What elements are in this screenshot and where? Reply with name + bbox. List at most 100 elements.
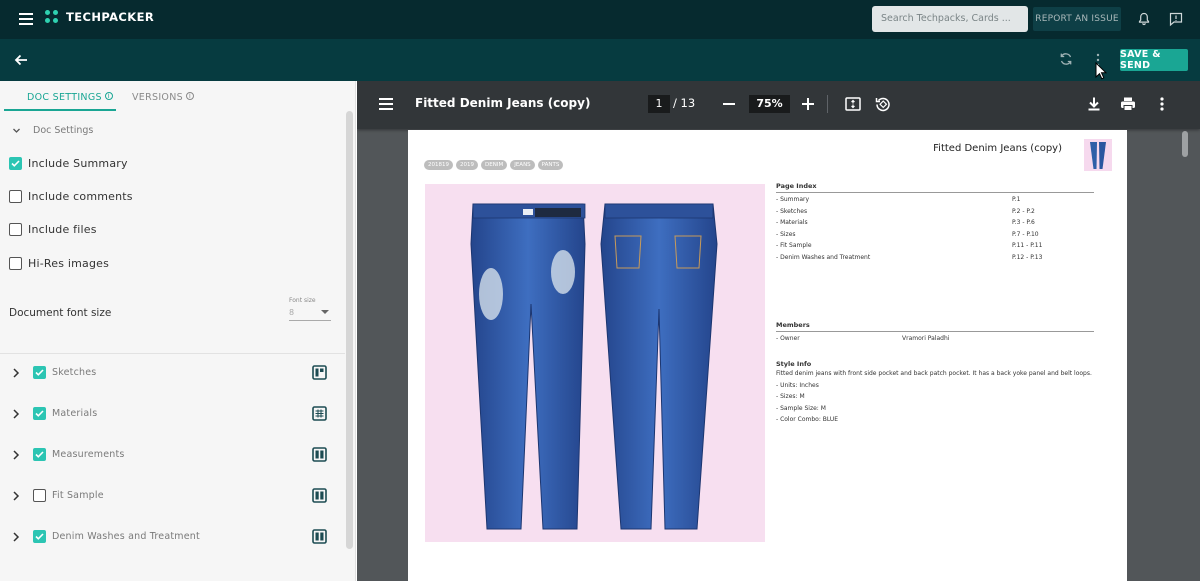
download-icon[interactable] [1085,95,1103,113]
index-row: - Sketches P.2 - P.2 [776,208,1094,220]
page-index: Page Index - Summary P.1 - Sketches P.2 - … [776,182,1094,265]
index-item-name: - Materials [776,219,808,226]
fit-to-page-icon[interactable] [844,95,862,113]
bell-icon[interactable] [1136,11,1152,27]
info-icon[interactable]: i [185,92,194,100]
panel-scrollbar[interactable] [346,111,353,549]
tag-list: 201819 2019 DENIM JEANS PANTS [424,160,566,170]
section-row-measurements[interactable]: Measurements [0,441,345,471]
tab-doc-settings-label: DOC SETTINGS [27,92,102,103]
search-input[interactable]: Search Techpacks, Cards ... [872,6,1028,32]
include-files-option[interactable]: Include files [9,223,97,236]
chevron-right-icon[interactable] [12,450,20,460]
index-item-name: - Summary [776,196,810,203]
save-and-send-button[interactable]: SAVE & SEND [1120,49,1188,71]
include-comments-checkbox[interactable] [9,190,22,203]
main-menu-icon[interactable] [19,13,33,25]
feedback-icon[interactable] [1168,11,1184,27]
tab-versions[interactable]: VERSIONS i [132,92,194,103]
zoom-in-icon[interactable] [801,97,815,111]
chevron-right-icon[interactable] [12,532,20,542]
checkmark-icon [35,533,44,540]
layout-grid-icon[interactable] [312,406,327,421]
zoom-input[interactable]: 75% [749,95,790,113]
style-info-line: - Sizes: M [776,393,805,400]
section-row-materials[interactable]: Materials [0,400,345,430]
back-arrow-icon[interactable] [12,51,30,69]
include-comments-label: Include comments [28,190,133,203]
index-item-name: - Sketches [776,207,808,215]
jeans-sketch-image [425,184,765,542]
layout-columns-icon[interactable] [312,529,327,544]
index-row: - Summary P.1 [776,196,1094,208]
tag: 2019 [456,160,478,170]
rotate-icon[interactable] [874,95,892,113]
section-row-sketches[interactable]: Sketches [0,359,345,389]
layout-columns-icon[interactable] [312,447,327,462]
report-issue-button[interactable]: REPORT AN ISSUE [1033,7,1121,31]
measurements-checkbox[interactable] [33,448,46,461]
hi-res-images-option[interactable]: Hi-Res images [9,257,109,270]
pdf-viewer: Fitted Denim Jeans (copy) 1 / 13 75% Fit… [357,81,1200,581]
layout-columns-icon[interactable] [312,488,327,503]
layout-split-icon[interactable] [312,365,327,380]
tag: DENIM [481,160,508,170]
pdf-menu-icon[interactable] [379,98,393,110]
members-section: Members - Owner Vramori Paladhi [776,321,1094,346]
member-row: - Owner Vramori Paladhi [776,335,1094,346]
fit-sample-checkbox[interactable] [33,489,46,502]
hi-res-images-checkbox[interactable] [9,257,22,270]
doc-settings-panel: DOC SETTINGS i VERSIONS i Doc Settings Inc… [0,81,356,581]
style-info-line: Fitted denim jeans with front side pocke… [776,370,1092,377]
measurements-label: Measurements [52,449,125,460]
denim-washes-checkbox[interactable] [33,530,46,543]
fit-sample-label: Fit Sample [52,490,104,501]
index-item-pages: P.3 - P.6 [1012,219,1035,226]
chevron-right-icon[interactable] [12,491,20,501]
index-item-pages: P.11 - P.11 [1012,242,1043,249]
materials-label: Materials [52,408,98,419]
sketches-checkbox[interactable] [33,366,46,379]
checkmark-icon [35,451,44,458]
info-icon[interactable]: i [104,92,113,100]
techpacker-logo[interactable]: TECHPACKER [45,10,154,24]
index-item-pages: P.7 - P.10 [1012,230,1039,238]
logo-mark-icon [45,10,59,24]
font-size-select[interactable]: Font size 8 [289,297,331,321]
more-vert-icon[interactable] [1153,95,1171,113]
chevron-right-icon[interactable] [12,368,20,378]
index-row: - Fit Sample P.11 - P.11 [776,242,1094,254]
dropdown-caret-icon [321,310,329,314]
style-info-heading: Style Info [776,360,812,368]
denim-washes-label: Denim Washes and Treatment [52,531,200,542]
section-row-fit-sample[interactable]: Fit Sample [0,482,345,512]
checkmark-icon [11,160,20,167]
section-row-denim-washes[interactable]: Denim Washes and Treatment [0,523,345,553]
print-icon[interactable] [1119,95,1137,113]
refresh-icon[interactable] [1058,51,1074,67]
tag: JEANS [510,160,535,170]
include-summary-option[interactable]: Include Summary [9,157,128,170]
materials-checkbox[interactable] [33,407,46,420]
page-index-heading: Page Index [776,182,1094,193]
style-info-section: Style Info Fitted denim jeans with front… [776,360,1106,428]
index-item-name: - Sizes [776,230,796,238]
doc-settings-heading: Doc Settings [33,125,94,136]
page-number-input[interactable]: 1 [648,95,670,113]
member-name: Vramori Paladhi [902,335,950,342]
tab-doc-settings[interactable]: DOC SETTINGS i [27,92,113,103]
member-role: - Owner [776,335,800,342]
include-files-checkbox[interactable] [9,223,22,236]
zoom-out-icon[interactable] [723,103,735,105]
include-summary-checkbox[interactable] [9,157,22,170]
include-summary-label: Include Summary [28,157,128,170]
chevron-right-icon[interactable] [12,409,20,419]
tag: 201819 [424,160,453,170]
logo-text: TECHPACKER [66,10,155,24]
font-size-select-label: Font size [289,297,316,304]
include-comments-option[interactable]: Include comments [9,190,133,203]
checkmark-icon [35,410,44,417]
pdf-scrollbar[interactable] [1182,131,1188,157]
mouse-cursor-icon [1095,62,1107,80]
doc-settings-toggle[interactable]: Doc Settings [12,125,93,136]
